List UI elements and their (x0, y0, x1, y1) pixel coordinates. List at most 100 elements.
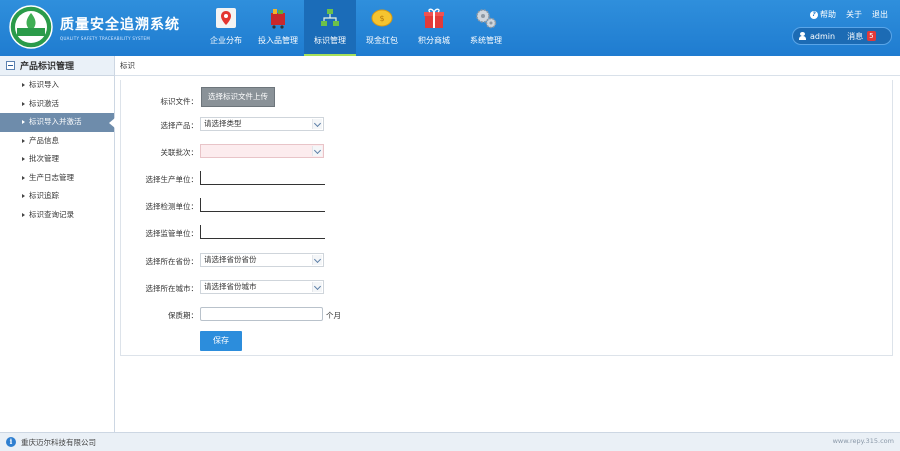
province-select-value: 请选择省份省份 (204, 255, 257, 264)
supervisor-label: 选择监管单位： (145, 229, 199, 238)
message-count-badge: 5 (867, 31, 876, 41)
inspector-input[interactable] (200, 198, 325, 212)
product-label: 选择产品： (160, 121, 199, 130)
batch-label: 关联批次： (160, 148, 199, 157)
nav-label: 系统管理 (470, 36, 502, 45)
sidebar-item-label: 产品信息 (29, 135, 59, 145)
sidebar-item-label-activate[interactable]: 标识激活 (0, 95, 114, 114)
sidebar-item-label-tracking[interactable]: 标识追踪 (0, 187, 114, 206)
arrow-right-icon (22, 194, 25, 198)
gears-icon (476, 9, 497, 29)
username[interactable]: admin (810, 32, 835, 41)
nav-label: 标识管理 (314, 36, 346, 45)
shelf-life-input[interactable] (200, 307, 323, 321)
shelf-life-unit: 个月 (326, 311, 341, 320)
sidebar: 产品标识管理 标识导入 标识激活 标识导入并激活 产品信息 批次管理 生产日志管… (0, 56, 115, 432)
logo-icon (9, 5, 53, 49)
sidebar-item-query-records[interactable]: 标识查询记录 (0, 206, 114, 225)
arrow-right-icon (22, 120, 25, 124)
svg-text:$: $ (379, 14, 384, 23)
city-select-value: 请选择省份城市 (204, 282, 257, 291)
hierarchy-icon (321, 9, 339, 26)
product-select[interactable]: 请选择类型 (200, 117, 324, 131)
nav-input-management[interactable]: 投入品管理 (252, 0, 304, 56)
about-link[interactable]: 关于 (846, 9, 862, 20)
row-save: 保存 (121, 331, 892, 351)
producer-label: 选择生产单位： (145, 175, 199, 184)
chevron-down-icon (312, 255, 322, 265)
arrow-right-icon (22, 212, 25, 217)
producer-input[interactable] (200, 171, 325, 185)
nav-points-mall[interactable]: 积分商城 (408, 0, 460, 56)
nav-label-management[interactable]: 标识管理 (304, 0, 356, 56)
upload-file-button[interactable]: 选择标识文件上传 (201, 87, 275, 107)
cart-icon (271, 9, 285, 29)
row-shelf-life: 保质期： 个月 (121, 307, 892, 323)
row-province: 选择所在省份： 请选择省份省份 (121, 253, 892, 269)
form-panel: 标识文件： 选择标识文件上传 选择产品： 请选择类型 关联批次： 选择生产单位：… (120, 80, 893, 356)
row-city: 选择所在城市： 请选择省份城市 (121, 280, 892, 296)
arrow-right-icon (22, 83, 25, 87)
arrow-right-icon (22, 138, 25, 143)
user-bar: admin 消息 5 (792, 27, 892, 45)
sidebar-item-label: 生产日志管理 (29, 172, 74, 182)
map-pin-icon (216, 8, 236, 28)
row-file: 标识文件： 选择标识文件上传 (121, 87, 892, 107)
batch-select[interactable] (200, 144, 324, 158)
footer-company: 重庆迈尔科技有限公司 (21, 438, 96, 447)
nav-label: 现金红包 (366, 36, 398, 45)
product-select-value: 请选择类型 (204, 119, 242, 128)
sidebar-item-production-log[interactable]: 生产日志管理 (0, 169, 114, 188)
info-icon: i (6, 437, 16, 447)
main-nav: 企业分布 投入品管理 标识管理 $ 现金红包 积分商城 系统管理 (200, 0, 512, 56)
system-title: 质量安全追溯系统 (60, 17, 180, 33)
sidebar-item-label-import[interactable]: 标识导入 (0, 76, 114, 95)
province-select[interactable]: 请选择省份省份 (200, 253, 324, 267)
footer-url: www.repy.315.com (832, 437, 894, 445)
sidebar-item-import-and-activate[interactable]: 标识导入并激活 (0, 113, 115, 132)
sidebar-item-batch-management[interactable]: 批次管理 (0, 150, 114, 169)
nav-enterprise-distribution[interactable]: 企业分布 (200, 0, 252, 56)
nav-cash-redpacket[interactable]: $ 现金红包 (356, 0, 408, 56)
row-batch: 关联批次： (121, 144, 892, 160)
system-subtitle: QUALITY SAFETY TRACEABILITY SYSTEM (60, 36, 151, 41)
logout-link[interactable]: 退出 (872, 9, 888, 20)
sidebar-title: 产品标识管理 (20, 62, 75, 72)
sidebar-item-label: 标识查询记录 (29, 209, 74, 219)
arrow-right-icon (22, 157, 25, 161)
province-label: 选择所在省份： (145, 257, 199, 266)
sidebar-item-label: 标识追踪 (29, 191, 59, 200)
sidebar-item-label: 标识导入 (29, 80, 59, 89)
top-links: ? 帮助 关于 退出 (810, 9, 888, 20)
help-link[interactable]: ? 帮助 (810, 9, 836, 20)
footer: i 重庆迈尔科技有限公司 www.repy.315.com (0, 432, 900, 451)
sidebar-item-product-info[interactable]: 产品信息 (0, 132, 114, 151)
nav-label: 积分商城 (418, 36, 450, 45)
nav-label: 投入品管理 (258, 36, 298, 45)
user-icon (799, 32, 806, 40)
supervisor-input[interactable] (200, 225, 325, 239)
gift-icon (424, 8, 444, 28)
sidebar-item-label: 批次管理 (29, 154, 59, 163)
city-label: 选择所在城市： (145, 284, 199, 293)
sidebar-item-label: 标识激活 (29, 98, 59, 108)
row-producer: 选择生产单位： (121, 171, 892, 187)
nav-label: 企业分布 (210, 36, 242, 45)
breadcrumb: 标识 (115, 56, 900, 76)
help-icon: ? (810, 10, 818, 19)
sidebar-header[interactable]: 产品标识管理 (0, 56, 114, 76)
collapse-icon[interactable] (6, 61, 15, 70)
chevron-down-icon (312, 282, 322, 292)
arrow-right-icon (22, 101, 25, 106)
arrow-right-icon (22, 175, 25, 180)
file-label: 标识文件： (160, 97, 199, 106)
city-select[interactable]: 请选择省份城市 (200, 280, 324, 294)
coin-icon: $ (371, 9, 393, 27)
save-button[interactable]: 保存 (200, 331, 242, 351)
app-header: 质量安全追溯系统 QUALITY SAFETY TRACEABILITY SYS… (0, 0, 900, 56)
nav-system-management[interactable]: 系统管理 (460, 0, 512, 56)
inspector-label: 选择检测单位： (145, 202, 199, 211)
message-link[interactable]: 消息 (847, 31, 863, 42)
sidebar-item-label: 标识导入并激活 (29, 117, 82, 126)
shelf-life-label: 保质期： (168, 311, 198, 320)
